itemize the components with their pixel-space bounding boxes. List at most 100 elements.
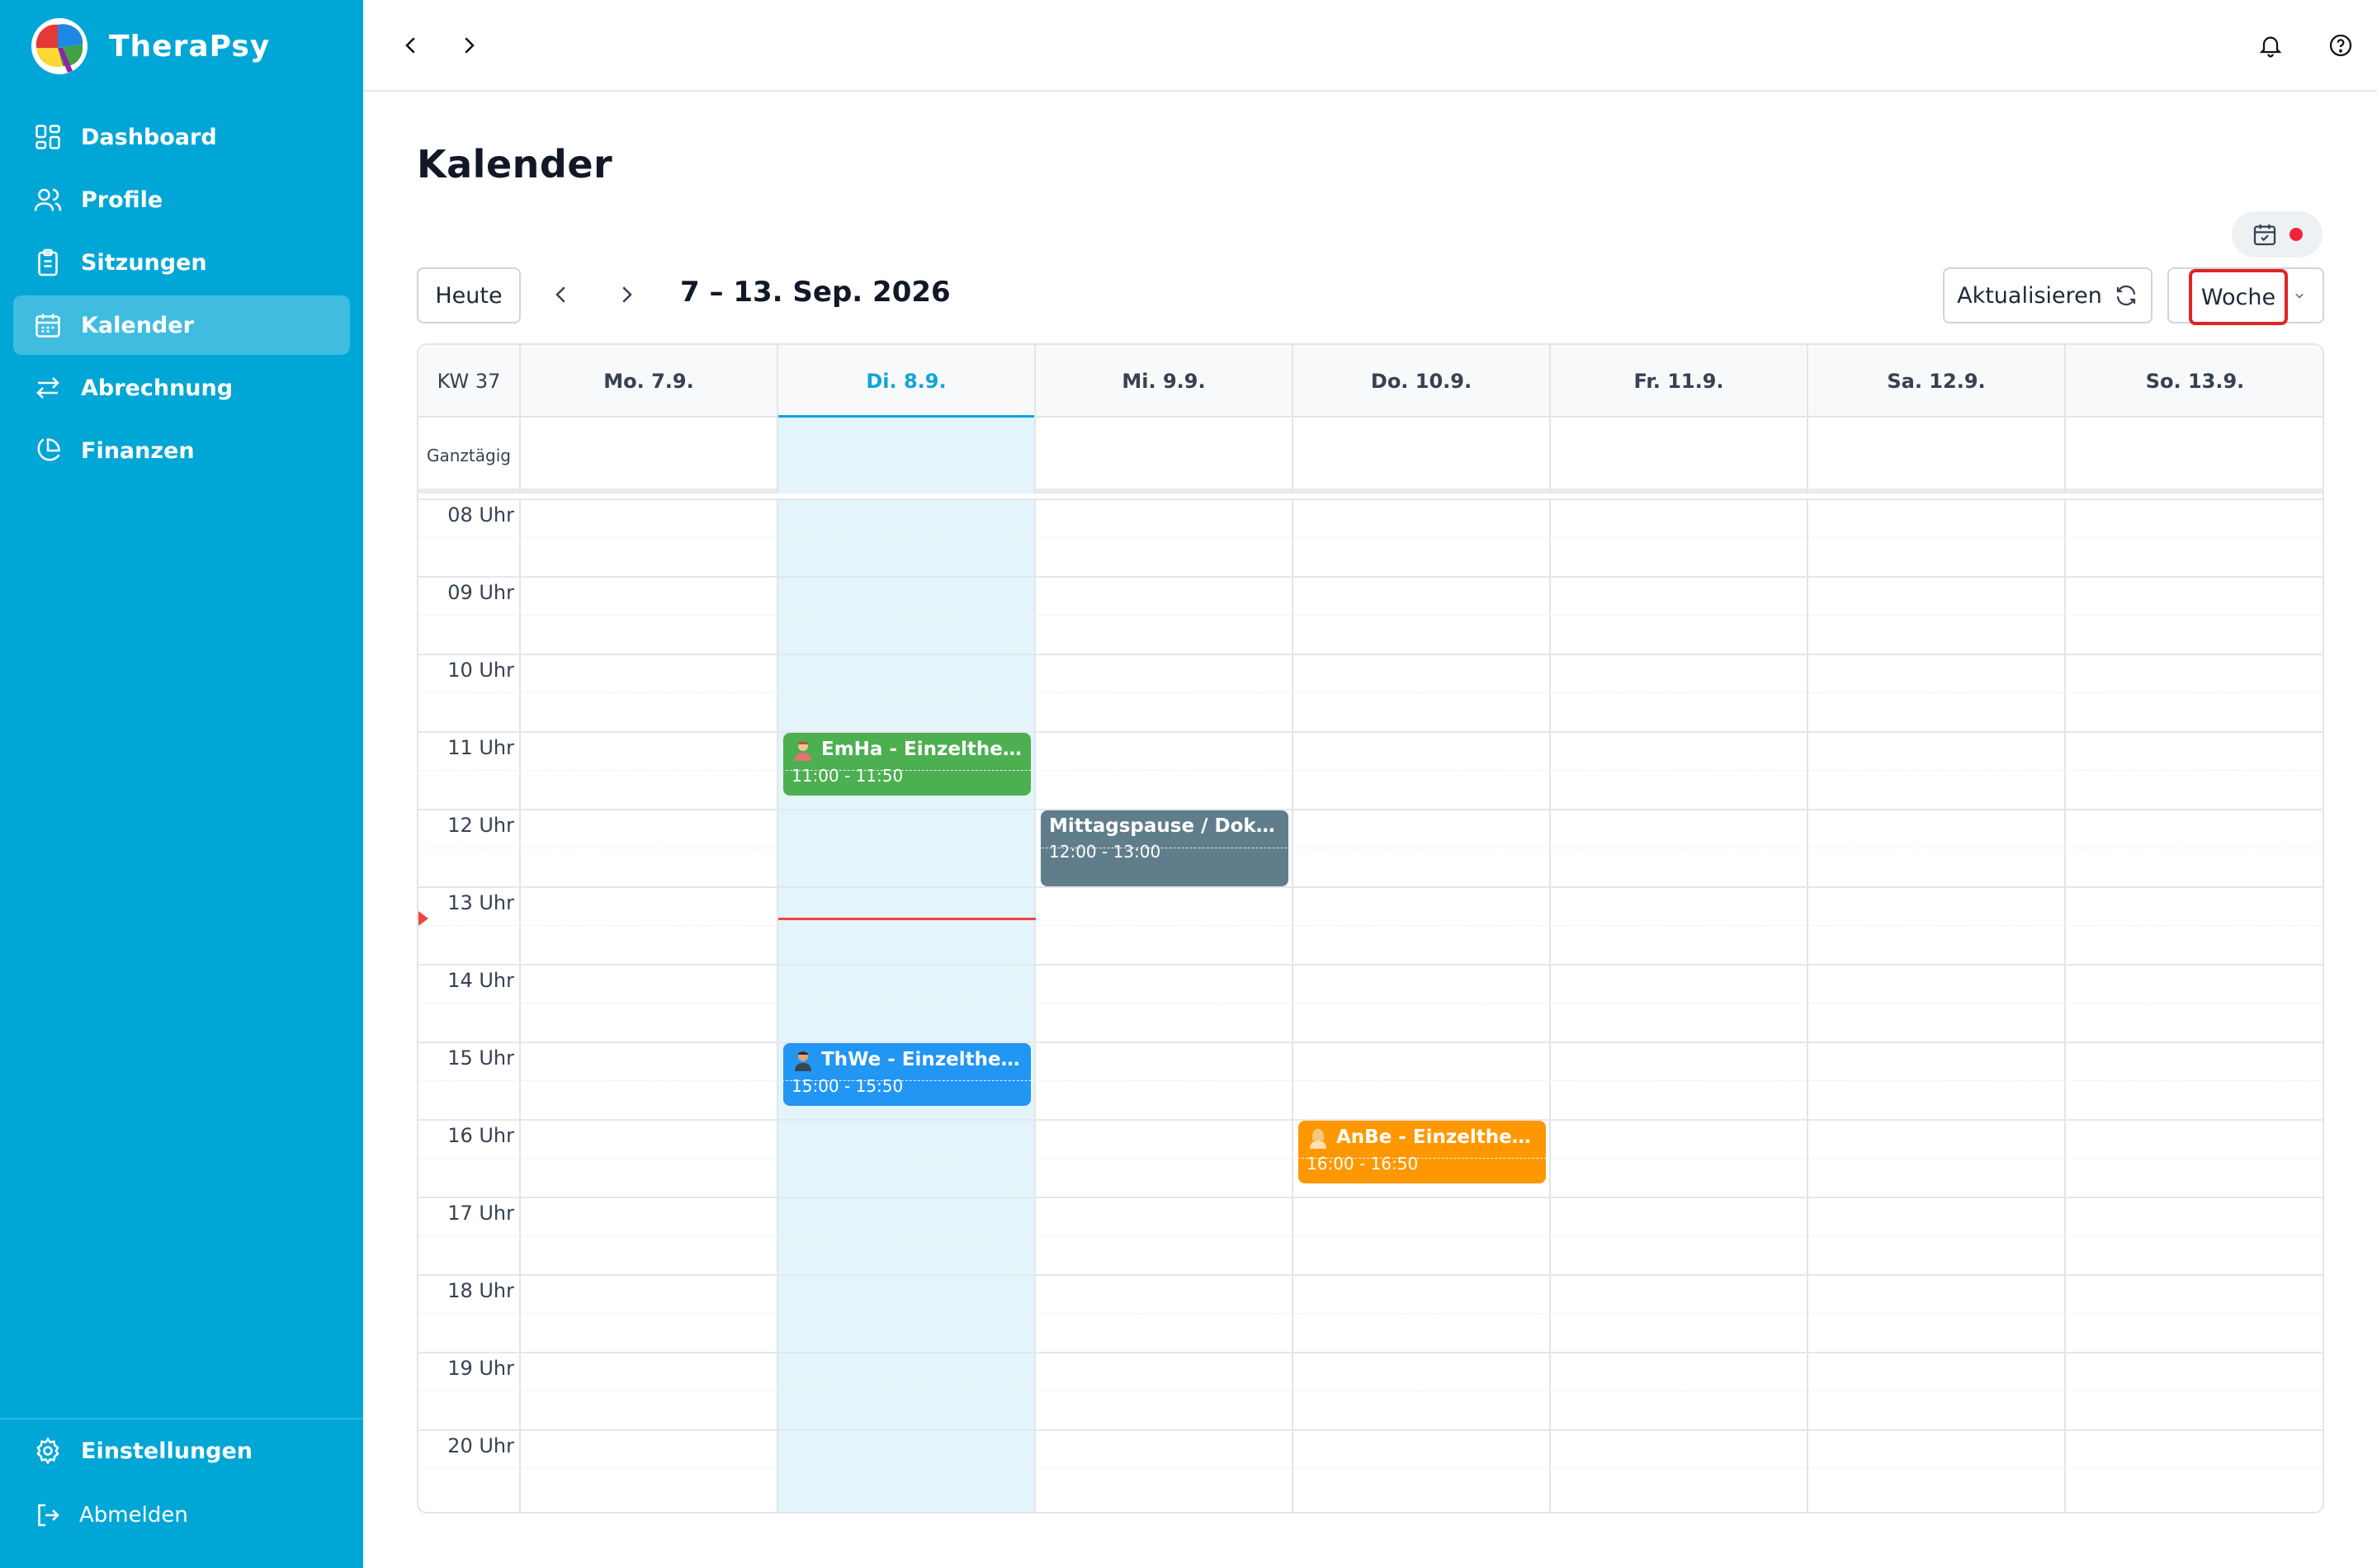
pie-chart-icon	[37, 438, 60, 461]
previous-week-button[interactable]	[542, 274, 580, 315]
next-week-button[interactable]	[607, 274, 645, 315]
half-hour-gridline	[418, 537, 2323, 538]
half-hour-gridline	[418, 1158, 2323, 1159]
event-time: 12:00 - 13:00	[1049, 842, 1161, 862]
allday-cell[interactable]	[1036, 418, 1293, 494]
brand[interactable]: TheraPsy	[25, 13, 270, 79]
chevron-right-icon	[465, 37, 475, 54]
day-column[interactable]	[521, 498, 778, 1512]
help-button[interactable]	[2323, 28, 2358, 63]
allday-cell[interactable]	[778, 418, 1036, 494]
status-dot	[2290, 228, 2303, 241]
calendar-sync-button[interactable]	[2232, 211, 2323, 257]
brain-logo-icon	[31, 18, 87, 74]
hour-gridline	[418, 576, 2323, 578]
hour-gridline	[418, 1274, 2323, 1276]
day-header[interactable]: Mi. 9.9.	[1036, 345, 1293, 418]
hour-label: 11 Uhr	[447, 736, 514, 759]
brand-name: TheraPsy	[109, 29, 271, 64]
event-title: Mittagspause / Dokumentation	[1049, 815, 1280, 837]
sidebar-nav: Dashboard Profile Sitzungen Kalender Abr…	[13, 107, 350, 484]
notifications-button[interactable]	[2253, 28, 2288, 63]
sidebar-item-dashboard[interactable]: Dashboard	[13, 107, 350, 167]
day-header[interactable]: So. 13.9.	[2066, 345, 2323, 418]
sidebar-item-kalender[interactable]: Kalender	[13, 295, 350, 355]
allday-cell[interactable]	[1808, 418, 2066, 494]
calendar-event[interactable]: AnBe - Einzeltherapie 16:00 - 16:50	[1298, 1121, 1546, 1184]
event-time: 16:00 - 16:50	[1307, 1154, 1419, 1174]
half-hour-gridline	[418, 692, 2323, 693]
sidebar-item-profile[interactable]: Profile	[13, 170, 350, 229]
calendar-header-row: KW 37 Mo. 7.9. Di. 8.9. Mi. 9.9. Do. 10.…	[418, 345, 2323, 419]
week-calendar: KW 37 Mo. 7.9. Di. 8.9. Mi. 9.9. Do. 10.…	[417, 343, 2324, 1514]
time-column: 08 Uhr 09 Uhr 10 Uhr 11 Uhr 12 Uhr 13 Uhr 14 U…	[418, 498, 521, 1512]
today-button[interactable]: Heute	[417, 267, 521, 324]
hour-gridline	[418, 1119, 2323, 1121]
logout-link[interactable]: Abmelden	[33, 1500, 188, 1530]
view-selector[interactable]: Woche	[2167, 267, 2324, 325]
day-header[interactable]: Do. 10.9.	[1293, 345, 1551, 418]
day-header[interactable]: Fr. 11.9.	[1551, 345, 1808, 418]
event-title: ThWe - Einzeltherapie	[821, 1049, 1023, 1070]
hour-label: 10 Uhr	[447, 659, 514, 682]
sidebar-item-label: Sitzungen	[81, 249, 207, 276]
event-time: 11:00 - 11:50	[792, 766, 904, 786]
users-icon	[34, 188, 62, 211]
chevron-left-icon	[555, 286, 565, 303]
sidebar-item-label: Abrechnung	[81, 375, 234, 401]
refresh-icon	[2116, 285, 2135, 306]
hour-label: 19 Uhr	[447, 1357, 514, 1380]
sidebar-item-sitzungen[interactable]: Sitzungen	[13, 233, 350, 292]
refresh-button[interactable]: Aktualisieren	[1943, 267, 2153, 324]
history-forward-button[interactable]	[450, 26, 488, 64]
allday-cell[interactable]	[1551, 418, 1808, 494]
date-range-label: 7 – 13. Sep. 2026	[680, 276, 951, 309]
hour-gridline	[418, 1352, 2323, 1353]
settings-label: Einstellungen	[81, 1438, 253, 1464]
sidebar-item-finanzen[interactable]: Finanzen	[13, 421, 350, 480]
hour-gridline	[418, 886, 2323, 888]
half-hour-gridline	[418, 1235, 2323, 1236]
calendar-event[interactable]: Mittagspause / Dokumentation 12:00 - 13:…	[1041, 810, 1288, 886]
transfer-icon	[36, 377, 59, 399]
hour-label: 20 Uhr	[447, 1434, 514, 1457]
half-hour-gridline	[418, 1313, 2323, 1314]
allday-cell[interactable]	[521, 418, 778, 494]
day-column-today[interactable]	[778, 498, 1036, 1512]
sidebar-divider	[0, 1418, 363, 1419]
hour-label: 18 Uhr	[447, 1279, 514, 1302]
half-hour-gridline	[418, 1003, 2323, 1004]
day-column[interactable]	[2066, 498, 2323, 1512]
calendar-event[interactable]: EmHa - Einzeltherapie 11:00 - 11:50	[783, 733, 1031, 796]
day-column[interactable]	[1551, 498, 1808, 1512]
half-hour-gridline	[418, 925, 2323, 926]
day-column[interactable]	[1808, 498, 2066, 1512]
settings-link[interactable]: Einstellungen	[33, 1436, 253, 1466]
hour-label: 17 Uhr	[447, 1202, 514, 1225]
view-week-button[interactable]: Woche	[2189, 269, 2288, 325]
day-column[interactable]	[1036, 498, 1293, 1512]
day-header[interactable]: Sa. 12.9.	[1808, 345, 2066, 418]
day-header[interactable]: Mo. 7.9.	[521, 345, 778, 418]
day-header-today[interactable]: Di. 8.9.	[778, 345, 1036, 419]
event-title: EmHa - Einzeltherapie	[821, 739, 1023, 760]
chevron-down-icon	[2295, 293, 2304, 299]
calendar-event[interactable]: ThWe - Einzeltherapie 15:00 - 15:50	[783, 1043, 1031, 1107]
chevron-left-icon	[405, 37, 415, 54]
logout-icon	[38, 1504, 59, 1527]
sidebar-item-label: Finanzen	[81, 437, 195, 464]
history-back-button[interactable]	[392, 26, 430, 64]
hour-gridline	[418, 731, 2323, 733]
allday-cell[interactable]	[2066, 418, 2323, 494]
day-column[interactable]	[1293, 498, 1551, 1512]
sidebar-item-label: Kalender	[81, 312, 194, 338]
hour-label: 13 Uhr	[447, 891, 514, 914]
hour-label: 15 Uhr	[447, 1046, 514, 1070]
week-number: KW 37	[418, 345, 521, 418]
avatar-icon	[1310, 1129, 1326, 1149]
bell-icon	[2259, 36, 2282, 58]
allday-cell[interactable]	[1293, 418, 1551, 494]
logout-label: Abmelden	[79, 1503, 188, 1528]
calendar-icon	[35, 314, 60, 338]
sidebar-item-abrechnung[interactable]: Abrechnung	[13, 358, 350, 418]
